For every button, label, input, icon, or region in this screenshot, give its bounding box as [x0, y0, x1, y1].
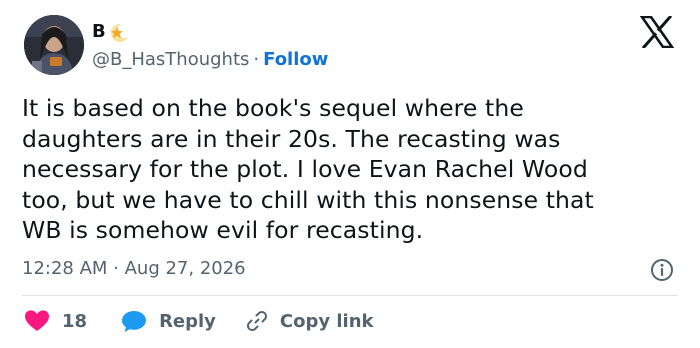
display-name[interactable]: B [92, 20, 106, 44]
copy-link-label: Copy link [279, 310, 374, 332]
tweet-timestamp[interactable]: 12:28 AM · Aug 27, 2026 [22, 256, 246, 282]
speech-bubble-icon [121, 309, 147, 333]
tweet-text: It is based on the book's sequel where t… [22, 93, 682, 246]
x-logo-icon[interactable] [639, 14, 675, 50]
info-icon[interactable] [650, 258, 674, 282]
tweet-text-line: daughters are in their 20s. The recastin… [22, 124, 561, 153]
reply-label: Reply [159, 310, 216, 332]
heart-icon [24, 309, 50, 333]
copy-link-button[interactable]: Copy link [246, 310, 374, 332]
like-count: 18 [62, 310, 88, 332]
star-crescent-icon [108, 21, 130, 43]
avatar[interactable] [24, 15, 84, 75]
action-bar: 18 Reply Copy link [24, 307, 374, 335]
separator-dot: · [253, 49, 260, 70]
tweet-text-line: necessary for the plot. I love Evan Rach… [22, 155, 588, 183]
tweet-text-line: too, but we have to chill with this nons… [22, 185, 594, 214]
link-icon [246, 310, 268, 332]
user-handle[interactable]: @B_HasThoughts [92, 49, 249, 70]
tweet-text-line: It is based on the book's sequel where t… [22, 94, 524, 122]
tweet-text-line: WB is somehow evil for recasting. [22, 216, 424, 244]
reply-button[interactable]: Reply [121, 309, 216, 333]
divider [22, 295, 678, 296]
follow-button[interactable]: Follow [263, 49, 328, 70]
like-button[interactable]: 18 [24, 309, 87, 333]
